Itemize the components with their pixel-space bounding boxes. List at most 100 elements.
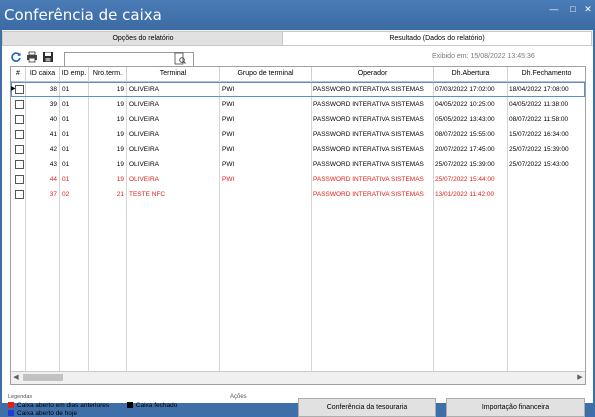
cell-terminal: OLIVEIRA <box>129 161 159 168</box>
cell-id-caixa: 44 <box>49 176 57 183</box>
horizontal-scrollbar[interactable]: ◀ ▶ <box>11 371 585 384</box>
cell-id-caixa: 40 <box>49 116 57 123</box>
col-header-terminal[interactable]: Terminal <box>127 67 220 81</box>
row-checkbox[interactable] <box>15 145 24 154</box>
legend-swatch-blue <box>8 410 14 417</box>
cell-nro-term: 19 <box>116 101 124 108</box>
legend-swatch-red <box>8 402 14 409</box>
cell-operador: PASSWORD INTERATIVA SISTEMAS <box>313 116 424 123</box>
cell-abertura: 07/03/2022 17:02:00 <box>435 86 495 93</box>
legend-label-aberto-hoje: Caixa aberto de hoje <box>17 410 77 417</box>
window-title: Conferência de caixa <box>4 6 162 24</box>
refresh-icon[interactable] <box>10 51 22 63</box>
cell-abertura: 25/07/2022 15:44:00 <box>435 176 495 183</box>
cell-nro-term: 19 <box>116 176 124 183</box>
table-row[interactable]: 44 01 19 OLIVEIRA PWI PASSWORD INTERATIVA SIS… <box>11 172 585 187</box>
cell-terminal: OLIVEIRA <box>129 146 159 153</box>
grid-header: # ID caixa ID emp. Nro.term. Terminal Gr… <box>11 67 585 82</box>
minimize-button[interactable]: — <box>548 3 560 15</box>
cell-operador: PASSWORD INTERATIVA SISTEMAS <box>313 176 424 183</box>
cell-id-emp: 01 <box>62 86 70 93</box>
print-icon[interactable] <box>26 51 38 63</box>
cell-operador: PASSWORD INTERATIVA SISTEMAS <box>313 191 424 198</box>
maximize-button[interactable]: □ <box>567 3 579 15</box>
scroll-thumb[interactable] <box>23 374 63 381</box>
cell-fechamento: 25/07/2022 15:39:00 <box>509 146 569 153</box>
row-checkbox[interactable] <box>15 175 24 184</box>
cell-abertura: 08/07/2022 15:55:00 <box>435 131 495 138</box>
cell-nro-term: 19 <box>116 161 124 168</box>
cell-id-emp: 01 <box>62 101 70 108</box>
table-row[interactable]: 37 02 21 TESTE NFC PASSWORD INTERATIVA SISTE… <box>11 187 585 202</box>
tab-resultado[interactable]: Resultado (Dados do relatório) <box>282 31 592 45</box>
scroll-right-icon[interactable]: ▶ <box>575 372 585 384</box>
col-header-fechamento[interactable]: Dh.Fechamento <box>508 67 585 81</box>
importacao-financeira-button[interactable]: Importação financeira <box>446 398 585 417</box>
cell-terminal: OLIVEIRA <box>129 86 159 93</box>
cell-nro-term: 19 <box>116 131 124 138</box>
cell-nro-term: 21 <box>116 191 124 198</box>
col-header-grupo[interactable]: Grupo de terminal <box>220 67 312 81</box>
col-header-abertura[interactable]: Dh.Abertura <box>434 67 508 81</box>
cell-id-emp: 01 <box>62 146 70 153</box>
cell-abertura: 13/01/2022 11:42:00 <box>435 191 495 198</box>
close-button[interactable]: ✕ <box>582 3 594 15</box>
legend: Legendas Caixa aberto em dias anteriores… <box>8 394 177 417</box>
legend-swatch-black <box>126 402 133 409</box>
cell-id-emp: 01 <box>62 116 70 123</box>
cell-fechamento: 25/07/2022 15:43:00 <box>509 161 569 168</box>
table-row[interactable]: 41 01 19 OLIVEIRA PWI PASSWORD INTERATIVA SIS… <box>11 127 585 142</box>
cell-abertura: 20/07/2022 17:45:00 <box>435 146 495 153</box>
conferencia-tesouraria-button[interactable]: Conferência da tesouraria <box>298 398 436 417</box>
row-checkbox[interactable] <box>15 100 24 109</box>
cell-terminal: TESTE NFC <box>129 191 166 198</box>
legend-label-fechado: Caixa fechado <box>135 402 178 409</box>
table-row[interactable]: ▶ 38 01 19 OLIVEIRA PWI PASSWORD INTERATIVA SI… <box>11 82 585 97</box>
scroll-left-icon[interactable]: ◀ <box>11 372 21 384</box>
col-header-operador[interactable]: Operador <box>312 67 434 81</box>
preview-report-icon[interactable] <box>173 52 187 65</box>
table-row[interactable]: 42 01 19 OLIVEIRA PWI PASSWORD INTERATIVA SIS… <box>11 142 585 157</box>
cell-id-emp: 01 <box>62 161 70 168</box>
cell-id-emp: 01 <box>62 131 70 138</box>
main-frame: Opções do relatório Resultado (Dados do … <box>2 30 593 417</box>
col-header-id-caixa[interactable]: ID caixa <box>26 67 60 81</box>
cell-id-caixa: 37 <box>49 191 57 198</box>
cell-fechamento: 15/07/2022 16:34:00 <box>509 131 569 138</box>
cell-id-emp: 02 <box>62 191 70 198</box>
col-header-id-emp[interactable]: ID emp. <box>60 67 89 81</box>
tab-opcoes-relatorio[interactable]: Opções do relatório <box>2 31 284 45</box>
cell-terminal: OLIVEIRA <box>129 101 159 108</box>
exibido-em-text: Exibido em: 15/08/2022 13:45:36 <box>432 53 535 60</box>
table-row[interactable]: 39 01 19 OLIVEIRA PWI PASSWORD INTERATIVA SIS… <box>11 97 585 112</box>
legend-title: Legendas <box>8 394 33 400</box>
result-grid: # ID caixa ID emp. Nro.term. Terminal Gr… <box>10 66 586 385</box>
row-checkbox[interactable] <box>15 130 24 139</box>
row-checkbox[interactable] <box>15 160 24 169</box>
row-checkbox[interactable] <box>15 190 24 199</box>
cell-fechamento <box>509 172 584 187</box>
row-checkbox[interactable] <box>15 115 24 124</box>
cell-abertura: 25/07/2022 15:39:00 <box>435 161 495 168</box>
cell-grupo: PWI <box>222 146 235 153</box>
cell-operador: PASSWORD INTERATIVA SISTEMAS <box>313 101 424 108</box>
col-header-index[interactable]: # <box>11 67 26 81</box>
cell-fechamento <box>509 187 584 202</box>
cell-grupo: PWI <box>222 131 235 138</box>
col-header-nro-term[interactable]: Nro.term. <box>89 67 127 81</box>
save-icon[interactable] <box>42 51 54 63</box>
table-row[interactable]: 43 01 19 OLIVEIRA PWI PASSWORD INTERATIVA SIS… <box>11 157 585 172</box>
cell-id-caixa: 43 <box>49 161 57 168</box>
cell-fechamento: 18/04/2022 17:08:00 <box>509 86 569 93</box>
row-checkbox[interactable] <box>15 85 24 94</box>
cell-nro-term: 19 <box>116 86 124 93</box>
legend-label-aberto-anteriores: Caixa aberto em dias anteriores <box>17 402 110 409</box>
cell-operador: PASSWORD INTERATIVA SISTEMAS <box>313 131 424 138</box>
cell-grupo: PWI <box>222 101 235 108</box>
cell-id-caixa: 39 <box>49 101 57 108</box>
table-row[interactable]: 40 01 19 OLIVEIRA PWI PASSWORD INTERATIVA SIS… <box>11 112 585 127</box>
actions-title: Ações <box>230 394 247 400</box>
cell-grupo: PWI <box>222 161 235 168</box>
cell-terminal: OLIVEIRA <box>129 131 159 138</box>
cell-fechamento: 08/07/2022 11:58:00 <box>509 116 569 123</box>
